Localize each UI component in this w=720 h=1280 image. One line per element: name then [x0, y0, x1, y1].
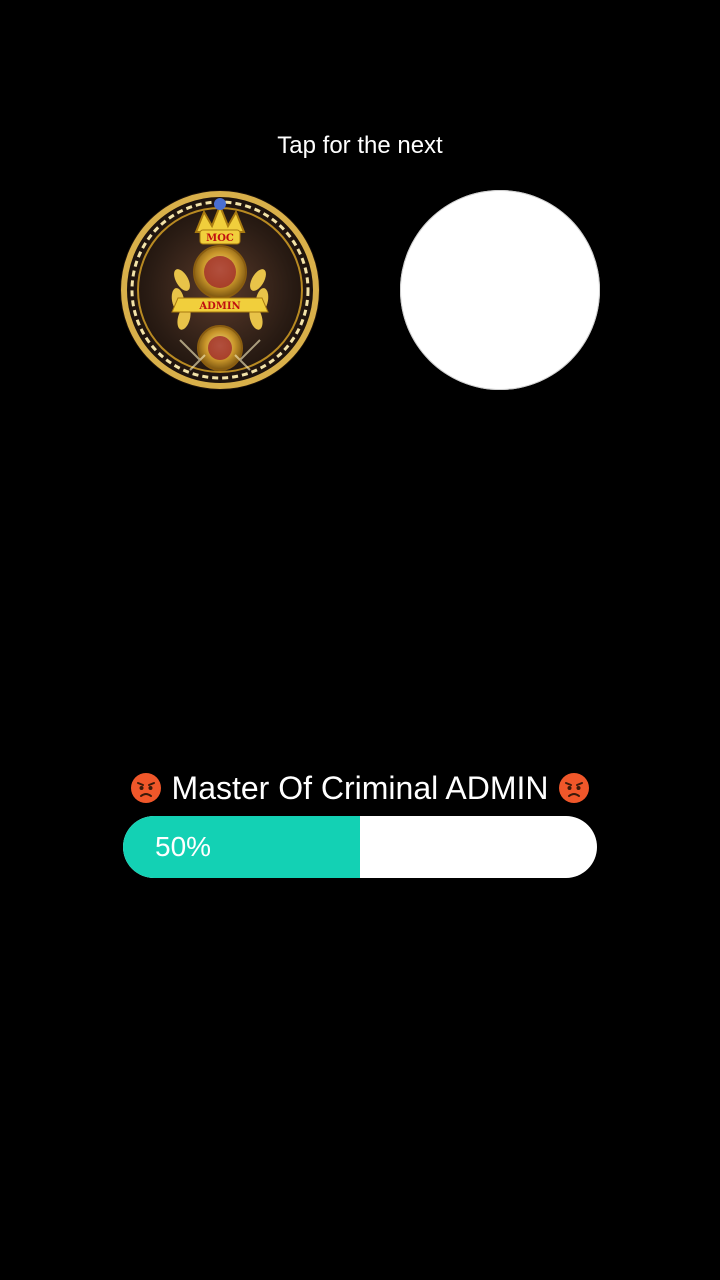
title-row: Master Of Criminal ADMIN	[0, 764, 720, 812]
profile-title: Master Of Criminal ADMIN	[171, 770, 549, 806]
blank-choice-avatar[interactable]	[400, 190, 600, 390]
svg-text:ADMIN: ADMIN	[198, 301, 240, 312]
vote-progress-bar: 50%	[123, 816, 597, 878]
tap-for-next-hint[interactable]: Tap for the next	[0, 128, 720, 164]
angry-face-emoji-icon	[559, 773, 590, 803]
admin-crest-avatar[interactable]: MOC ADMIN	[120, 190, 320, 390]
angry-face-emoji-icon	[130, 773, 161, 803]
crest-emblem-icon: MOC ADMIN	[120, 190, 320, 390]
progress-percent-label: 50%	[155, 831, 212, 862]
svg-text:MOC: MOC	[206, 233, 234, 244]
